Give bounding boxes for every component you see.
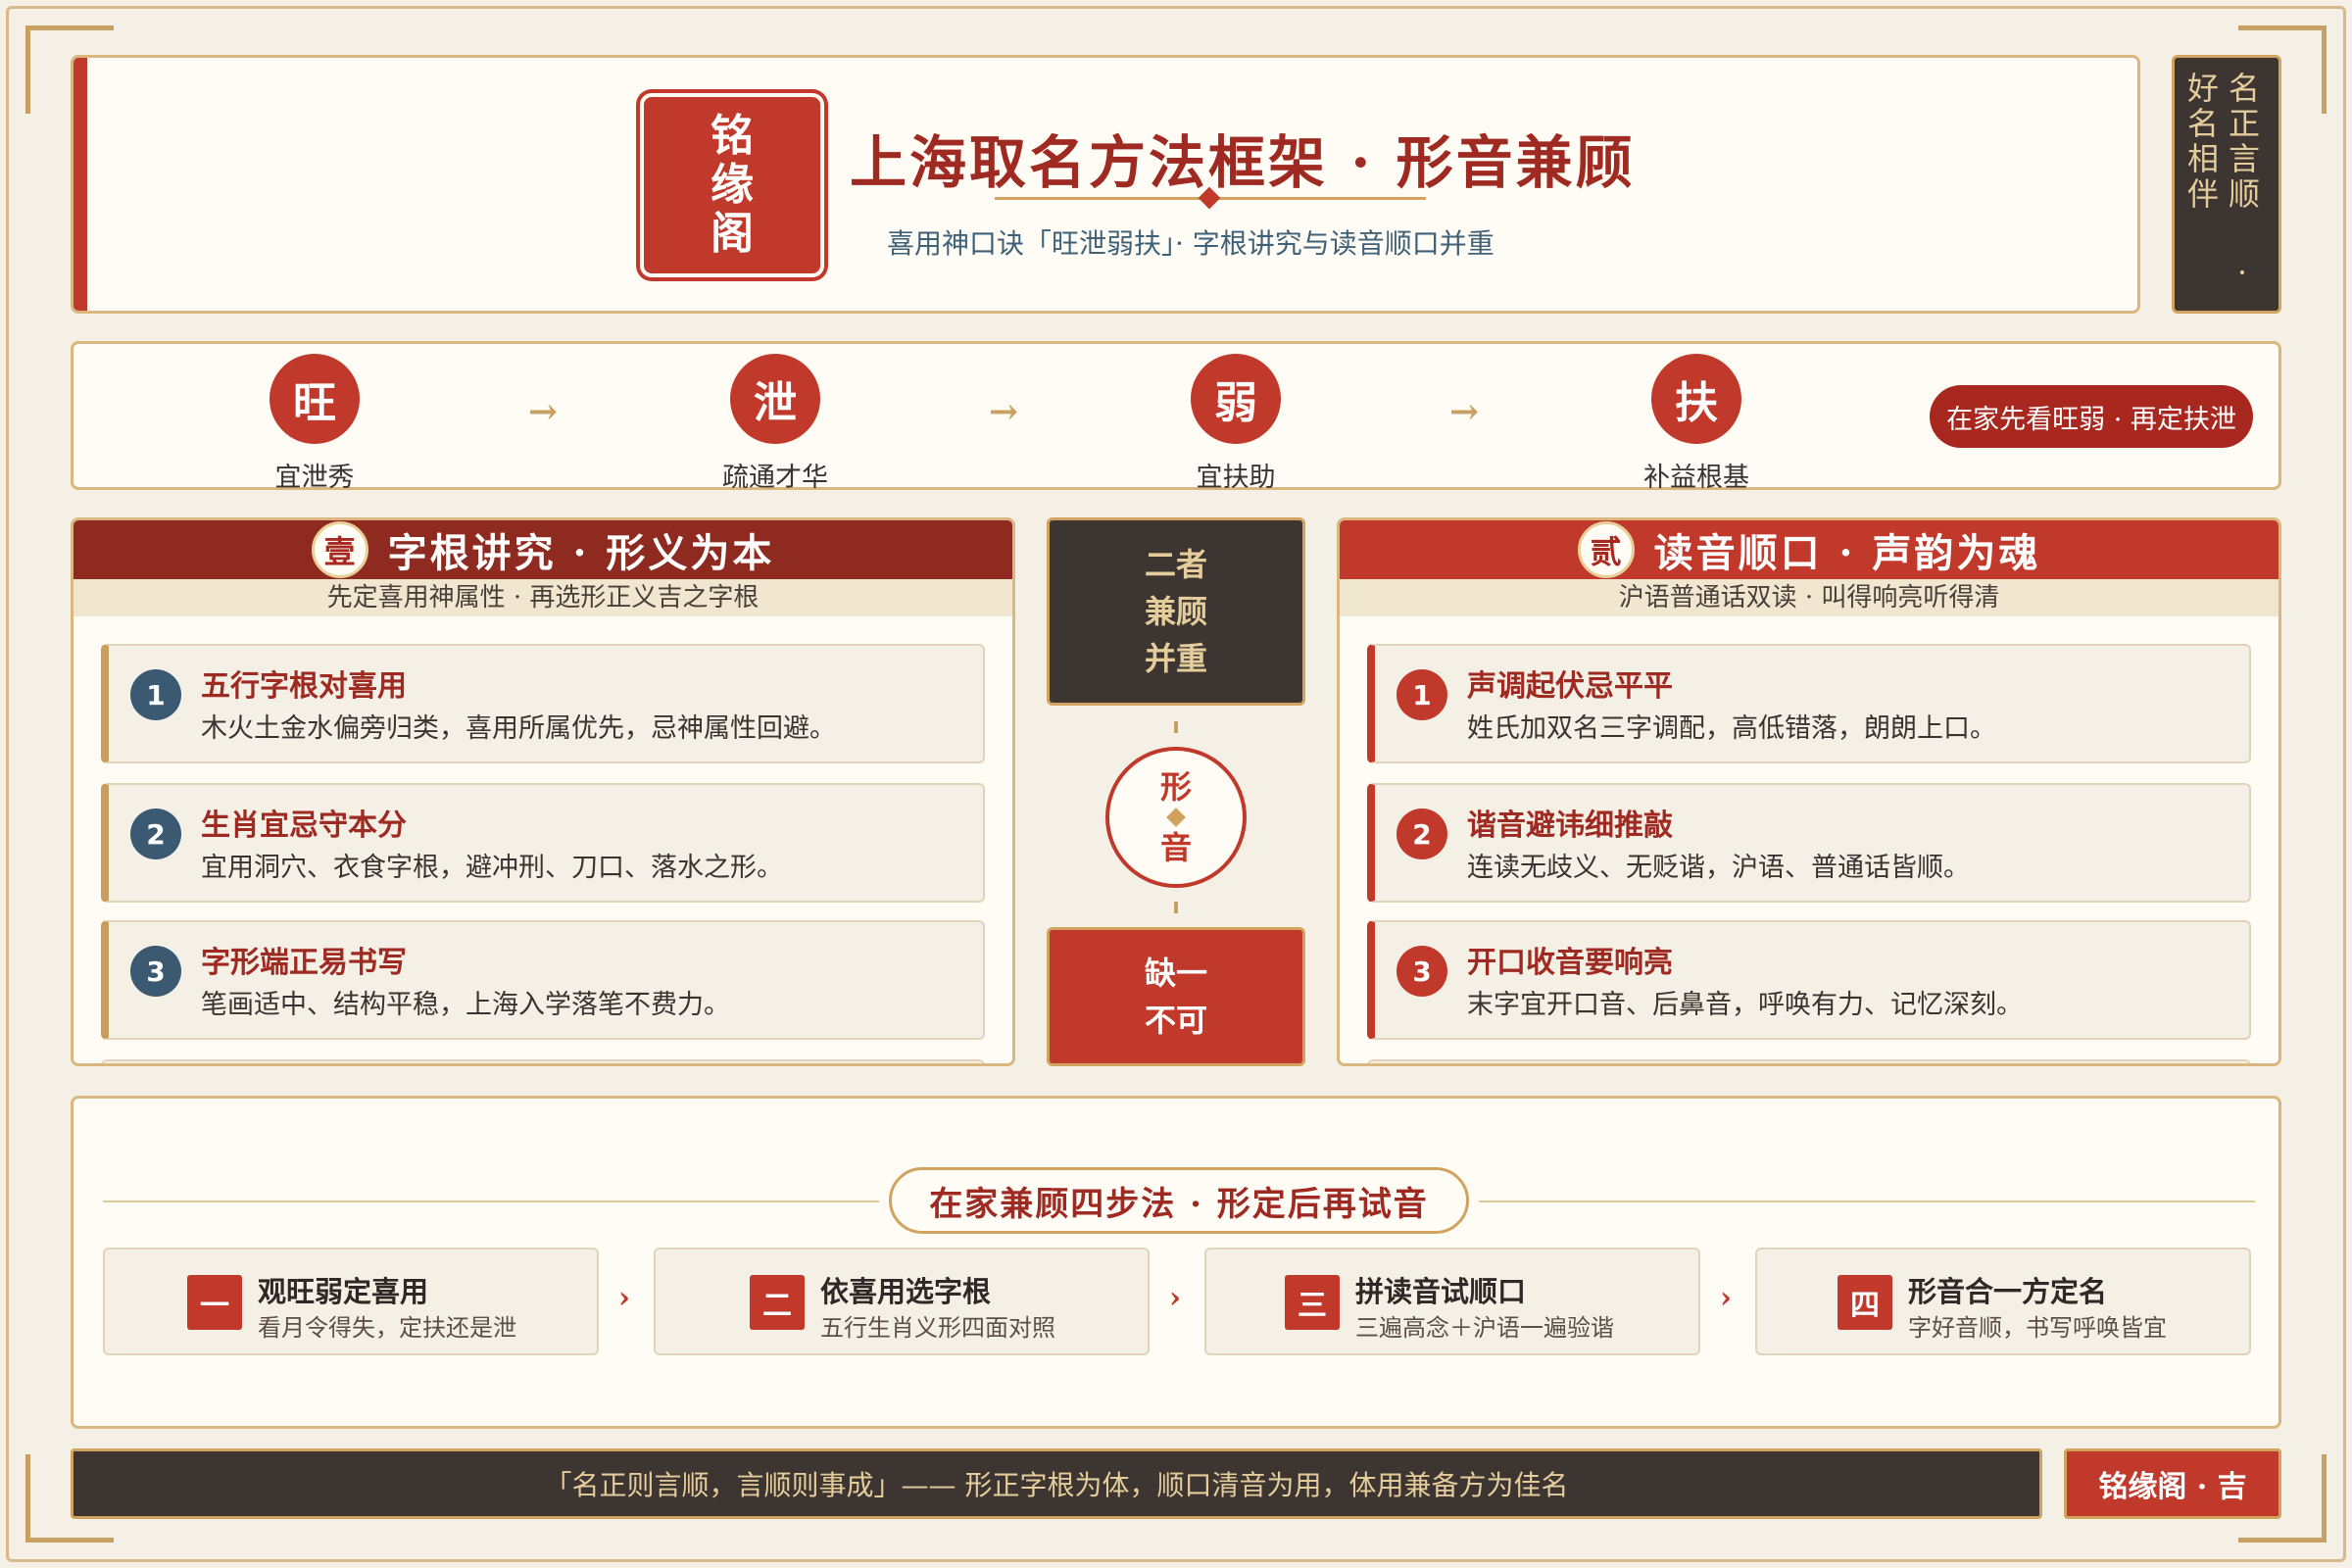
pronunciation-header: 贰 读音顺口 · 声韵为魂: [1340, 520, 2278, 579]
motto-banner: 名正言顺 · 好名相伴: [2172, 55, 2281, 314]
rule-card: 2 谐音避讳细推敲 连读无歧义、无贬谐，沪语、普通话皆顺。: [1367, 783, 2251, 903]
balance-note-line: 二者: [1144, 546, 1207, 583]
flow-node-label: 补益根基: [1643, 463, 1749, 493]
glyph-root-panel: 壹 字根讲究 · 形义为本 先定喜用神属性 · 再选形正义吉之字根 1 五行字根…: [71, 517, 1015, 1066]
rule-title: 开口收音要响亮: [1467, 946, 1673, 980]
arrow-right-icon: →: [989, 391, 1019, 432]
balance-note-bottom: 缺一 不可: [1047, 927, 1305, 1066]
flow-node-char: 扶: [1651, 354, 1741, 444]
rule-number: 2: [1396, 808, 1447, 859]
flow-node-label: 疏通才华: [722, 463, 828, 493]
step-card: 四 形音合一方定名 字好音顺，书写呼唤皆宜: [1755, 1248, 2251, 1355]
emblem-top-char: 形: [1159, 768, 1192, 806]
rule-card: 2 生肖宜忌守本分 宜用洞穴、衣食字根，避冲刑、刀口、落水之形。: [101, 783, 985, 903]
rule-card: 1 五行字根对喜用 木火土金水偏旁归类，喜用所属优先，忌神属性回避。: [101, 644, 985, 763]
step-desc: 看月令得失，定扶还是泄: [258, 1314, 516, 1342]
balance-note-line: 缺一: [1144, 955, 1207, 992]
flow-node: 泄 疏通才华: [677, 354, 873, 494]
section-badge: 壹: [311, 521, 368, 578]
rule-title: 五行字根对喜用: [201, 669, 407, 704]
flow-node-char: 弱: [1191, 354, 1281, 444]
flow-tip-pill: 在家先看旺弱 · 再定扶泄: [1930, 385, 2253, 448]
step-desc: 字好音顺，书写呼唤皆宜: [1908, 1314, 2167, 1342]
step-title: 观旺弱定喜用: [258, 1275, 429, 1308]
step-number: 二: [750, 1275, 805, 1330]
step-card: 二 依喜用选字根 五行生肖义形四面对照: [654, 1248, 1150, 1355]
arrow-right-icon: →: [528, 391, 559, 432]
rule-title: 生肖宜忌守本分: [201, 808, 407, 843]
section-subtitle: 沪语普通话双读 · 叫得响亮听得清: [1340, 579, 2278, 616]
balance-note-line: 兼顾: [1144, 593, 1207, 630]
step-number: 三: [1285, 1275, 1340, 1330]
step-title: 形音合一方定名: [1908, 1275, 2108, 1308]
brand-seal: 铭缘阁: [640, 93, 824, 277]
connector-dash: [1174, 902, 1178, 913]
clipped-card: [101, 1059, 985, 1063]
rule-desc: 连读无歧义、无贬谐，沪语、普通话皆顺。: [1467, 853, 1970, 883]
section-badge: 贰: [1577, 521, 1635, 578]
rule-card: 1 声调起伏忌平平 姓氏加双名三字调配，高低错落，朗朗上口。: [1367, 644, 2251, 763]
chevron-right-icon: ›: [1720, 1281, 1732, 1315]
section-title: 读音顺口 · 声韵为魂: [1653, 530, 2041, 576]
rule-desc: 笔画适中、结构平稳，上海入学落笔不费力。: [201, 990, 730, 1020]
form-sound-emblem: 形 音: [1105, 747, 1247, 888]
rule-desc: 木火土金水偏旁归类，喜用所属优先，忌神属性回避。: [201, 713, 836, 744]
section-title: 字根讲究 · 形义为本: [387, 530, 775, 576]
flow-node-char: 泄: [730, 354, 820, 444]
step-card: 一 观旺弱定喜用 看月令得失，定扶还是泄: [103, 1248, 599, 1355]
balance-note-top: 二者 兼顾 并重: [1047, 517, 1305, 706]
flow-node: 扶 补益根基: [1598, 354, 1794, 494]
rule-card: 3 字形端正易书写 笔画适中、结构平稳，上海入学落笔不费力。: [101, 920, 985, 1040]
footer-seal: 铭缘阁 · 吉: [2064, 1448, 2281, 1519]
chevron-right-icon: ›: [1169, 1281, 1181, 1315]
diamond-icon: [1166, 808, 1186, 827]
page-title: 上海取名方法框架 · 形音兼顾: [850, 129, 1636, 196]
rule-title: 声调起伏忌平平: [1467, 669, 1673, 704]
rule-number: 2: [130, 808, 181, 859]
rule-desc: 末字宜开口音、后鼻音，呼唤有力、记忆深刻。: [1467, 990, 2023, 1020]
step-desc: 三遍高念＋沪语一遍验谐: [1355, 1314, 1614, 1342]
balance-note-line: 并重: [1144, 640, 1207, 677]
steps-divider: [1479, 1200, 2255, 1202]
connector-dash: [1174, 721, 1178, 733]
glyph-root-header: 壹 字根讲究 · 形义为本: [74, 520, 1012, 579]
rule-number: 1: [130, 669, 181, 720]
flow-node-label: 宜泄秀: [274, 463, 355, 493]
rule-card: 3 开口收音要响亮 末字宜开口音、后鼻音，呼唤有力、记忆深刻。: [1367, 920, 2251, 1040]
rule-title: 字形端正易书写: [201, 946, 407, 980]
flow-node-label: 宜扶助: [1196, 463, 1276, 493]
clipped-card: [1367, 1059, 2251, 1063]
rule-number: 3: [1396, 946, 1447, 997]
step-number: 四: [1838, 1275, 1892, 1330]
balance-note-line: 不可: [1144, 1002, 1207, 1039]
chevron-right-icon: ›: [618, 1281, 630, 1315]
steps-divider: [103, 1200, 879, 1202]
rule-desc: 宜用洞穴、衣食字根，避冲刑、刀口、落水之形。: [201, 853, 783, 883]
page-subtitle: 喜用神口诀「旺泄弱扶」· 字根讲究与读音顺口并重: [887, 227, 1494, 260]
steps-title: 在家兼顾四步法 · 形定后再试音: [889, 1167, 1469, 1234]
flow-node-char: 旺: [270, 354, 360, 444]
flow-bar: 旺 宜泄秀 → 泄 疏通才华 → 弱 宜扶助 → 扶 补益根基 在家先看旺弱 ·…: [71, 341, 2281, 493]
arrow-right-icon: →: [1449, 391, 1480, 432]
rule-number: 3: [130, 946, 181, 997]
footer-quote: 「名正则言顺，言顺则事成」—— 形正字根为体，顺口清音为用，体用兼备方为佳名: [71, 1448, 2042, 1519]
flow-node: 旺 宜泄秀: [217, 354, 413, 494]
rule-title: 谐音避讳细推敲: [1467, 808, 1673, 843]
header-accent-bar: [74, 58, 87, 311]
pronunciation-panel: 贰 读音顺口 · 声韵为魂 沪语普通话双读 · 叫得响亮听得清 1 声调起伏忌平…: [1337, 517, 2281, 1066]
steps-panel: 在家兼顾四步法 · 形定后再试音 一 观旺弱定喜用 看月令得失，定扶还是泄 › …: [71, 1096, 2281, 1429]
step-card: 三 拼读音试顺口 三遍高念＋沪语一遍验谐: [1204, 1248, 1700, 1355]
step-desc: 五行生肖义形四面对照: [820, 1314, 1055, 1342]
step-title: 依喜用选字根: [820, 1275, 992, 1308]
step-number: 一: [187, 1275, 242, 1330]
rule-number: 1: [1396, 669, 1447, 720]
step-title: 拼读音试顺口: [1355, 1275, 1527, 1308]
emblem-bottom-char: 音: [1159, 829, 1192, 866]
rule-desc: 姓氏加双名三字调配，高低错落，朗朗上口。: [1467, 713, 1996, 744]
brand-seal-text: 铭缘阁: [710, 111, 754, 259]
section-subtitle: 先定喜用神属性 · 再选形正义吉之字根: [74, 579, 1012, 616]
header-panel: 铭缘阁 上海取名方法框架 · 形音兼顾 喜用神口诀「旺泄弱扶」· 字根讲究与读音…: [71, 55, 2140, 314]
flow-node: 弱 宜扶助: [1138, 354, 1334, 494]
